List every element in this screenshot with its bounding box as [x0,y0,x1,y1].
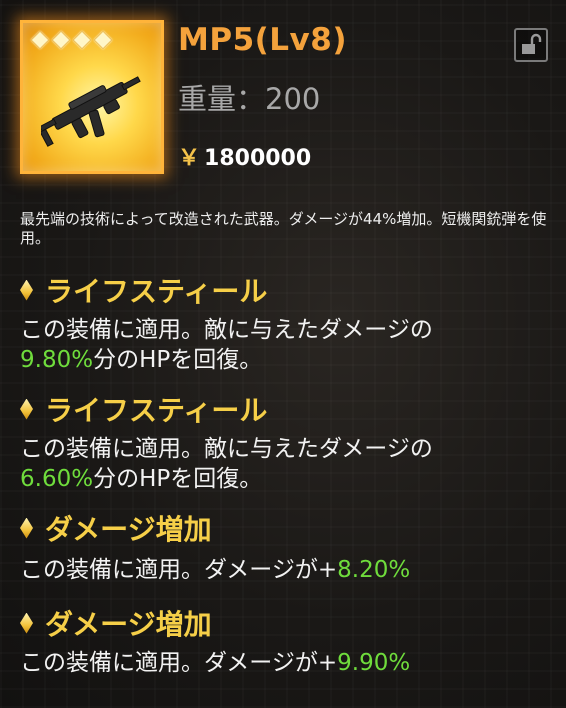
diamond-icon [20,279,33,301]
skill-title-text: ダメージ増加 [45,513,212,546]
skill-description: この装備に適用。敵に与えたダメージの 9.80%分のHPを回復。 [20,315,560,375]
skill-value: 8.20% [337,557,411,583]
diamond-icon [20,398,33,420]
skill-description: この装備に適用。ダメージが+8.20% [20,555,560,585]
item-name: MP5(Lv8) [178,22,348,58]
item-description: 最先端の技術によって改造された武器。ダメージが44%増加。短機関銃弾を使用。 [20,210,547,247]
unlock-icon [522,33,542,54]
skill-title: ダメージ増加 [20,508,212,548]
item-weight: 重量：200 [178,82,321,116]
item-icon-frame[interactable] [20,20,164,174]
item-price: ￥ 1800000 [178,140,311,172]
currency-symbol: ￥ [178,146,201,171]
skill-title: ライフスティール [20,389,267,429]
diamond-icon [20,517,33,539]
skill-prefix: この装備に適用。ダメージが+ [20,557,338,583]
unlock-button[interactable] [514,28,548,62]
skill-line: この装備に適用。敵に与えたダメージの [20,436,433,462]
star-icon [93,30,113,50]
skill-value: 9.80% [20,347,94,373]
skill-description: この装備に適用。敵に与えたダメージの 6.60%分のHPを回復。 [20,434,560,494]
skill-title-text: ライフスティール [45,394,268,427]
rarity-stars [30,30,113,50]
skill-title-text: ライフスティール [45,275,268,308]
skill-description: この装備に適用。ダメージが+9.90% [20,648,560,678]
skill-title: ライフスティール [20,270,267,310]
skill-suffix: 分のHPを回復。 [93,347,263,373]
skill-title-text: ダメージ増加 [45,608,212,641]
skill-prefix: この装備に適用。ダメージが+ [20,650,338,676]
star-icon [72,30,92,50]
skill-value: 6.60% [20,466,94,492]
skill-line: この装備に適用。敵に与えたダメージの [20,317,433,343]
star-icon [30,30,50,50]
star-icon [51,30,71,50]
price-value: 1800000 [204,146,312,171]
smg-icon [41,76,141,147]
skill-title: ダメージ増加 [20,603,212,643]
skill-value: 9.90% [337,650,411,676]
diamond-icon [20,612,33,634]
skill-suffix: 分のHPを回復。 [93,466,263,492]
